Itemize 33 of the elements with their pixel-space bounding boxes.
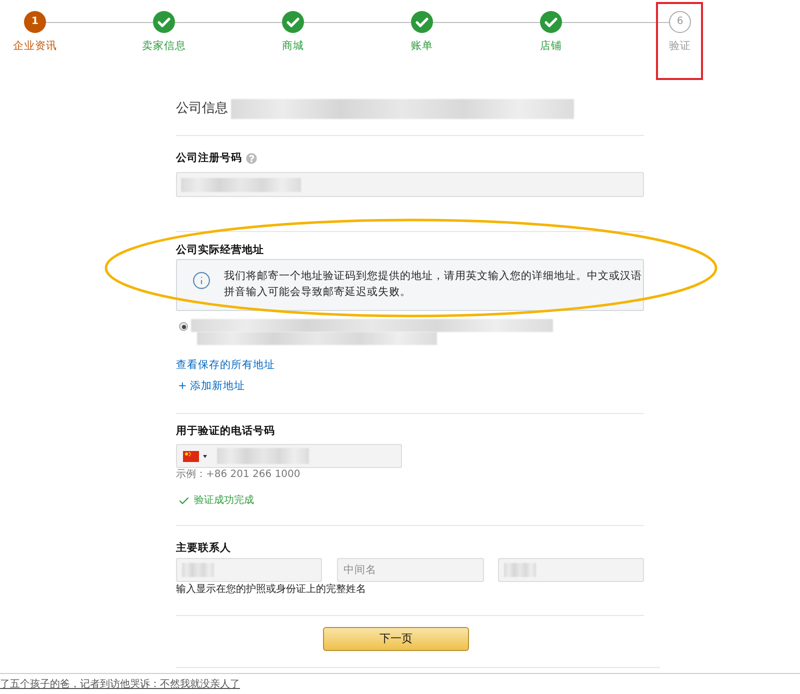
input-field[interactable]: 中间名 [336, 558, 484, 582]
step-label: 验证 [669, 39, 691, 53]
radio-button[interactable] [179, 322, 188, 331]
notice-text: 我们将邮寄一个地址验证码到您提供的地址，请用英文输入您的详细地址。中文或汉语拼音输入可能会导致邮寄延迟或失败。 [224, 268, 643, 300]
step-label: 企业资讯 [13, 39, 57, 53]
field-label: 公司实际经营地址 [176, 242, 264, 258]
news-link[interactable]: 了五个孩子的爸，记者到访他哭诉：不然我就没亲人了 [0, 678, 240, 692]
step-label: 卖家信息 [142, 39, 186, 53]
section-title: 公司信息 [176, 100, 228, 118]
field-label: 用于验证的电话号码 [176, 424, 275, 439]
hint-text: 输入显示在您的护照或身份证上的完整姓名 [176, 583, 366, 597]
step-label: 账单 [411, 39, 433, 53]
caret-icon [203, 454, 207, 458]
step-label: 店铺 [540, 39, 562, 53]
step-label: 商城 [282, 39, 304, 53]
blurred-text [182, 563, 214, 577]
flag-icon [183, 450, 199, 462]
verification-status: 验证成功完成 [194, 494, 254, 508]
address-link[interactable]: 查看保存的所有地址 [176, 357, 275, 373]
input-field[interactable] [176, 172, 644, 197]
blurred-text [504, 563, 536, 577]
address-link[interactable]: + 添加新地址 [178, 378, 246, 394]
example-text: 示例：+86 201 266 1000 [176, 468, 300, 482]
input-field[interactable] [176, 558, 322, 582]
info-icon [192, 271, 211, 290]
input-field[interactable] [498, 558, 644, 582]
step-number: 1 [24, 11, 46, 33]
field-label: 公司注册号码 [176, 150, 242, 166]
phone-field[interactable] [176, 444, 402, 468]
step-number: 6 [669, 11, 691, 33]
help-icon[interactable] [246, 152, 257, 164]
next-button[interactable]: 下一页 [323, 627, 469, 651]
field-label: 主要联系人 [176, 540, 231, 556]
